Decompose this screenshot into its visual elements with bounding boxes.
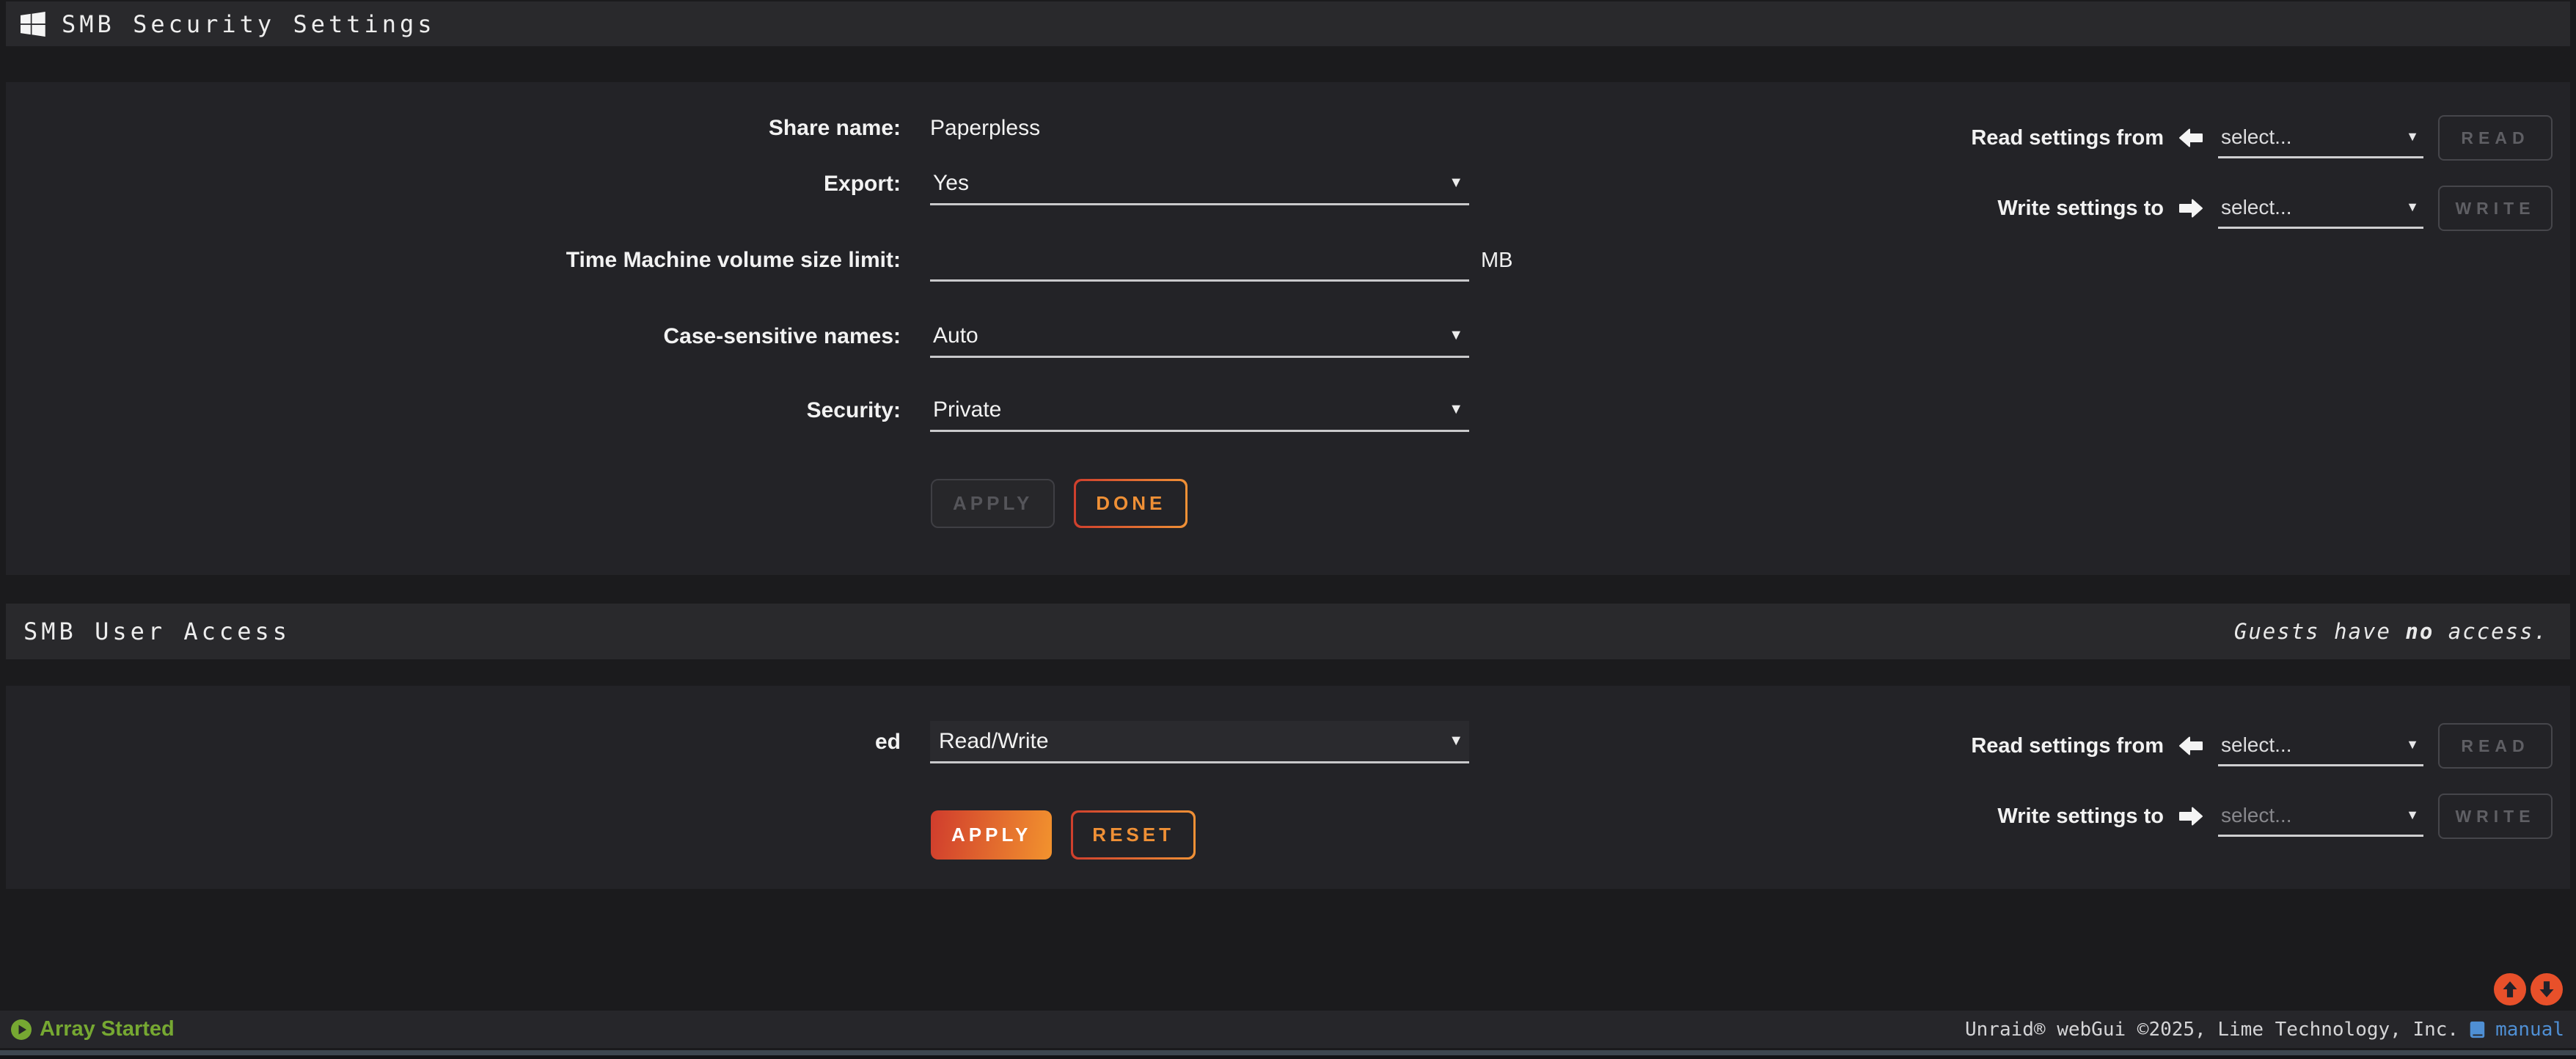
apply-button[interactable]: APPLY [931,479,1055,528]
case-sensitive-label: Case-sensitive names: [6,324,901,349]
export-label: Export: [6,172,901,197]
chevron-down-icon: ▼ [1449,175,1469,191]
user-ed-row: ed Read/Write ▼ [6,720,1561,764]
chevron-down-icon: ▼ [2406,807,2423,823]
share-name-row: Share name: Paperpless [6,106,1561,150]
export-select[interactable]: Yes ▼ [930,163,1469,205]
write-button[interactable]: WRITE [2438,794,2553,839]
footer-bar: Array Started Unraid® webGui ©2025, Lime… [0,1011,2576,1048]
smb-security-panel: Share name: Paperpless Export: Yes ▼ Tim… [6,82,2570,575]
read-button[interactable]: READ [2438,723,2553,769]
arrow-right-icon [2164,805,2218,827]
security-label: Security: [6,398,901,423]
smb-user-access-title-bar: SMB User Access Guests have no access. [6,604,2570,659]
write-settings-select[interactable]: select... ▼ [2218,188,2423,229]
read-settings-row: Read settings from select... ▼ READ [1724,724,2553,768]
case-sensitive-row: Case-sensitive names: Auto ▼ [6,315,1561,359]
user-access-actions: APPLY RESET [931,810,1196,860]
share-name-label: Share name: [6,116,901,141]
export-row: Export: Yes ▼ [6,162,1561,206]
tm-limit-row: Time Machine volume size limit: MB [6,238,1561,282]
chevron-down-icon: ▼ [2406,199,2423,215]
arrow-left-icon [2164,735,2218,757]
bottom-accent-line [0,1050,2576,1055]
chevron-down-icon: ▼ [1449,401,1469,418]
tm-limit-input[interactable] [930,239,1469,282]
smb-security-title-bar: SMB Security Settings [6,1,2570,46]
tm-limit-label: Time Machine volume size limit: [6,248,901,273]
book-icon [2467,1020,2487,1039]
read-settings-select[interactable]: select... ▼ [2218,725,2423,766]
array-status-text: Array Started [40,1017,175,1041]
done-button[interactable]: DONE [1074,479,1188,528]
security-row: Security: Private ▼ [6,389,1561,433]
apply-button[interactable]: APPLY [931,810,1052,860]
arrow-right-icon [2164,197,2218,219]
write-button[interactable]: WRITE [2438,186,2553,231]
arrow-left-icon [2164,127,2218,149]
read-button[interactable]: READ [2438,115,2553,161]
read-settings-select[interactable]: select... ▼ [2218,117,2423,158]
read-settings-row: Read settings from select... ▼ READ [1724,116,2553,160]
scroll-buttons [2494,973,2563,1005]
write-settings-label: Write settings to [1724,197,2164,221]
security-actions: APPLY DONE [931,479,1188,528]
write-settings-row: Write settings to select... ▼ WRITE [1724,794,2553,838]
write-settings-label: Write settings to [1724,805,2164,829]
guest-access-note: Guests have no access. [2234,619,2548,644]
chevron-down-icon: ▼ [1449,327,1469,344]
scroll-top-button[interactable] [2494,973,2526,1005]
arrow-up-icon [2499,978,2521,1000]
copyright: Unraid® webGui ©2025, Lime Technology, I… [1965,1019,2564,1041]
play-circle-icon [10,1019,32,1041]
reset-button[interactable]: RESET [1071,810,1196,860]
chevron-down-icon: ▼ [2406,737,2423,752]
write-settings-row: Write settings to select... ▼ WRITE [1724,186,2553,230]
read-settings-label: Read settings from [1724,126,2164,150]
user-ed-label: ed [6,730,901,755]
security-select[interactable]: Private ▼ [930,389,1469,432]
scroll-bottom-button[interactable] [2531,973,2563,1005]
array-status: Array Started [10,1017,175,1041]
chevron-down-icon: ▼ [1449,733,1469,750]
share-name-value: Paperpless [930,116,1040,141]
section-title: SMB User Access [23,618,290,645]
manual-link[interactable]: manual [2495,1019,2564,1041]
page-title: SMB Security Settings [62,10,436,38]
windows-icon [21,12,45,37]
smb-user-access-panel: ed Read/Write ▼ APPLY RESET Read setting… [6,686,2570,889]
read-settings-label: Read settings from [1724,734,2164,758]
arrow-down-icon [2536,978,2558,1000]
chevron-down-icon: ▼ [2406,129,2423,144]
bottom-edge [0,1055,2576,1059]
case-sensitive-select[interactable]: Auto ▼ [930,315,1469,358]
tm-limit-suffix: MB [1481,249,1513,273]
write-settings-select[interactable]: select... ▼ [2218,796,2423,837]
user-ed-access-select[interactable]: Read/Write ▼ [930,721,1469,763]
